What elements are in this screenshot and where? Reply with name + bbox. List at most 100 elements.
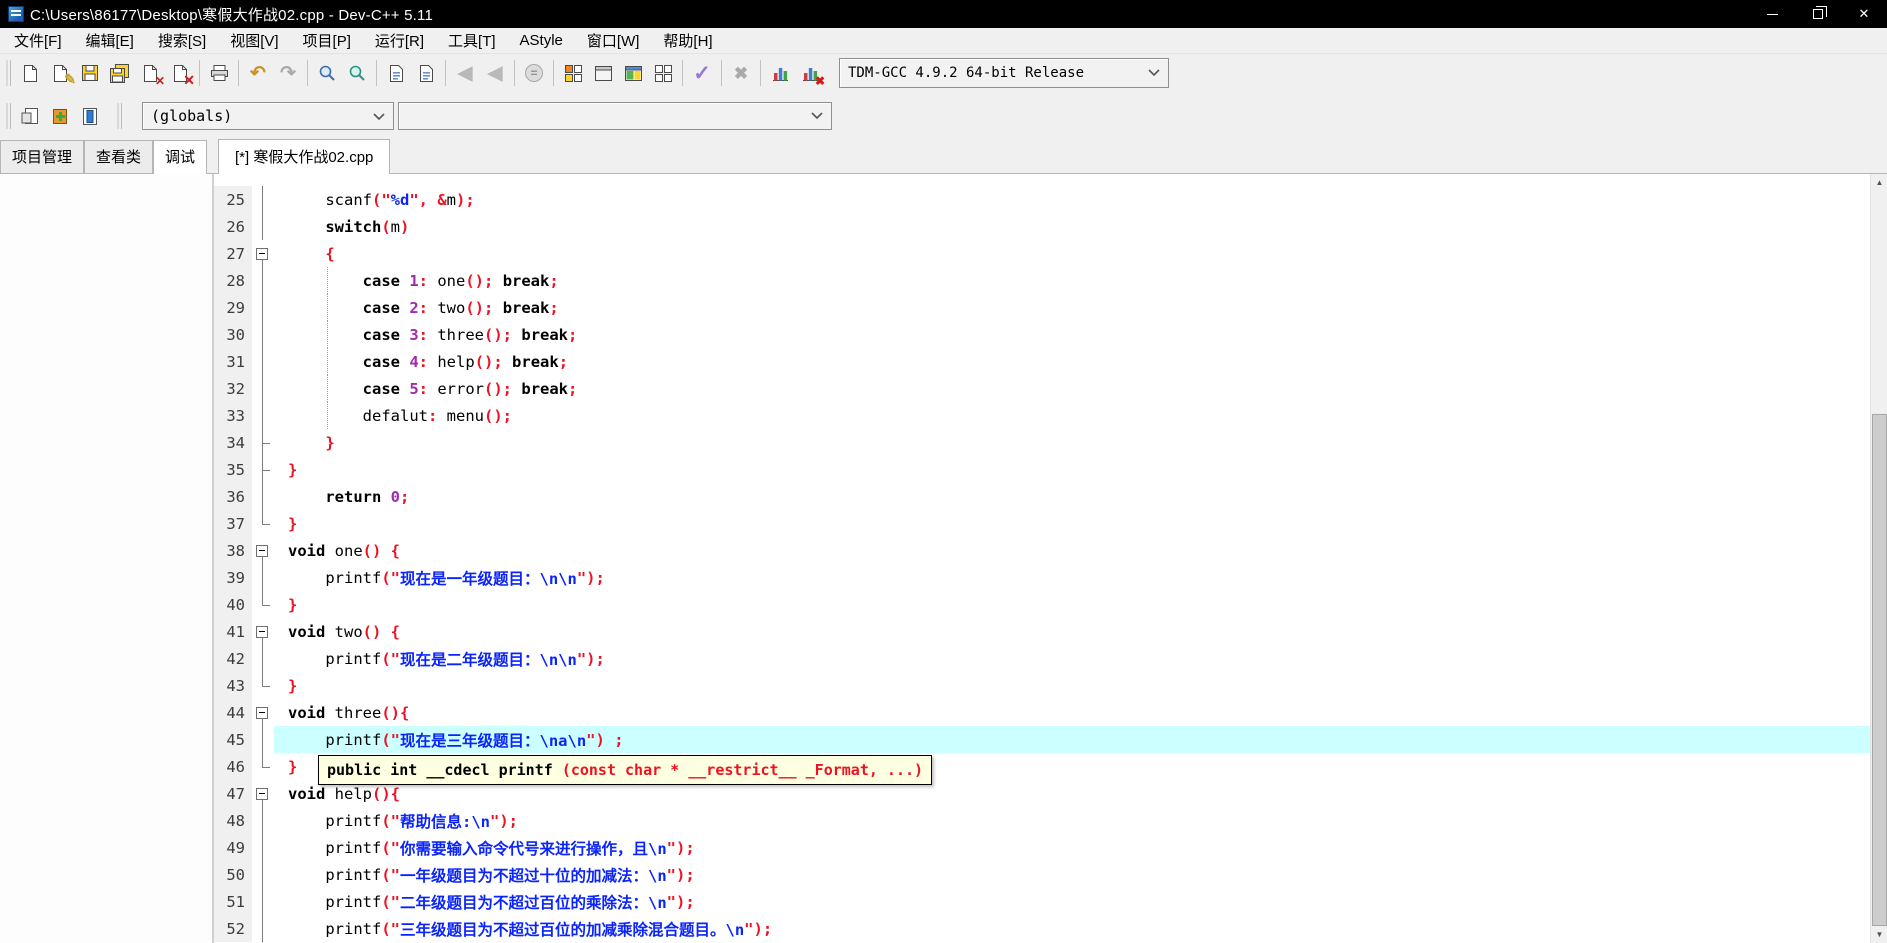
- code-line[interactable]: case 2: two (); break;: [274, 294, 1870, 321]
- toolbar-separator: [445, 60, 446, 86]
- code-line[interactable]: switch(m): [274, 213, 1870, 240]
- code-line[interactable]: }: [274, 510, 1870, 537]
- side-tab-查看类[interactable]: 查看类: [84, 140, 154, 173]
- fold-toggle[interactable]: [252, 699, 274, 726]
- menu-item[interactable]: 工具[T]: [436, 27, 508, 54]
- fold-toggle[interactable]: [252, 240, 274, 267]
- code-line[interactable]: case 3: three (); break;: [274, 321, 1870, 348]
- code-line[interactable]: printf (" 帮助信息:\n ");: [274, 807, 1870, 834]
- menu-item[interactable]: 文件[F]: [2, 27, 74, 54]
- code-line[interactable]: case 4: help (); break;: [274, 348, 1870, 375]
- side-tab-调试[interactable]: 调试: [153, 140, 208, 174]
- fold-toggle[interactable]: [252, 537, 274, 564]
- code-line[interactable]: }: [274, 456, 1870, 483]
- menu-item[interactable]: 项目[P]: [291, 27, 363, 54]
- project-panel[interactable]: [0, 174, 214, 943]
- token: }: [288, 757, 298, 776]
- fold-line: [252, 429, 274, 456]
- find-next-icon[interactable]: [381, 58, 411, 88]
- tab-strip: 项目管理 查看类 调试 [*] 寒假大作战02.cpp: [0, 139, 1887, 174]
- syntax-check-icon[interactable]: ✓: [687, 58, 717, 88]
- code-line[interactable]: printf (" 二年级题目为不超过百位的乘除法：\n ");: [274, 888, 1870, 915]
- code-line[interactable]: printf (" 一年级题目为不超过十位的加减法：\n ");: [274, 861, 1870, 888]
- menu-item[interactable]: 搜索[S]: [146, 27, 218, 54]
- code-line[interactable]: defalut: menu ();: [274, 402, 1870, 429]
- run-icon[interactable]: [588, 58, 618, 88]
- menu-item[interactable]: AStyle: [508, 29, 575, 52]
- maximize-button[interactable]: [1795, 0, 1841, 28]
- token: 帮助信息:\n: [400, 812, 490, 831]
- side-tab-项目管理[interactable]: 项目管理: [0, 140, 85, 173]
- menu-item[interactable]: 运行[R]: [363, 27, 436, 54]
- code-line[interactable]: printf (" 现在是二年级题目：\n\n ");: [274, 645, 1870, 672]
- code-line[interactable]: printf (" 三年级题目为不超过百位的加减乘除混合题目。\n ");: [274, 915, 1870, 942]
- code-line[interactable]: case 5: error (); break;: [274, 375, 1870, 402]
- chevron-down-icon: [811, 108, 823, 124]
- add-to-project-icon[interactable]: [45, 101, 75, 131]
- code-line[interactable]: case 1: one (); break;: [274, 267, 1870, 294]
- menu-item[interactable]: 编辑[E]: [74, 27, 146, 54]
- scroll-up-arrow[interactable]: ▲: [1871, 174, 1887, 191]
- menu-item[interactable]: 窗口[W]: [575, 27, 652, 54]
- open-icon[interactable]: ✎: [45, 58, 76, 88]
- toolbar-grip[interactable]: [6, 60, 11, 86]
- fold-toggle[interactable]: [252, 618, 274, 645]
- scroll-down-arrow[interactable]: ▼: [1871, 926, 1887, 943]
- menu-item[interactable]: 帮助[H]: [651, 27, 724, 54]
- compiler-select[interactable]: TDM-GCC 4.9.2 64-bit Release: [839, 58, 1169, 88]
- close-button[interactable]: ✕: [1841, 0, 1887, 28]
- redo-icon[interactable]: ↷: [273, 58, 303, 88]
- forward-icon[interactable]: ◀: [480, 58, 510, 88]
- replace-icon[interactable]: [342, 58, 372, 88]
- toolbar-grip-2[interactable]: [6, 103, 11, 129]
- back-icon[interactable]: ◀: [450, 58, 480, 88]
- close-icon[interactable]: ✕: [135, 58, 165, 88]
- code-row-31: 31 case 4: help (); break;: [214, 348, 1870, 375]
- code-editor[interactable]: 25 scanf (" %d ", & m); 26 switch(m) 27 {28 ca…: [214, 174, 1870, 943]
- editor-tab[interactable]: [*] 寒假大作战02.cpp: [218, 139, 391, 174]
- code-line[interactable]: }: [274, 429, 1870, 456]
- code-line[interactable]: printf (" 现在是一年级题目：\n\n ");: [274, 564, 1870, 591]
- code-line[interactable]: }: [274, 591, 1870, 618]
- code-line[interactable]: void two() {: [274, 618, 1870, 645]
- find-icon[interactable]: [312, 58, 342, 88]
- save-all-icon[interactable]: [105, 58, 135, 88]
- code-line[interactable]: scanf (" %d ", & m);: [274, 186, 1870, 213]
- fold-toggle[interactable]: [252, 780, 274, 807]
- rebuild-all-icon[interactable]: [648, 58, 678, 88]
- globals-select[interactable]: (globals): [142, 102, 394, 130]
- toolbar-grip-3[interactable]: [117, 103, 122, 129]
- abort-compilation-icon[interactable]: ✖: [726, 58, 756, 88]
- token: printf: [288, 865, 382, 884]
- code-line[interactable]: {: [274, 240, 1870, 267]
- minimize-button[interactable]: [1749, 0, 1795, 28]
- compile-and-run-icon[interactable]: [618, 58, 648, 88]
- code-line[interactable]: printf (" 现在是三年级题目：\na\n ") ;: [274, 726, 1870, 753]
- new-icon[interactable]: [15, 58, 45, 88]
- close-all-icon[interactable]: ✕: [165, 58, 195, 88]
- menu-item[interactable]: 视图[V]: [218, 27, 290, 54]
- new-unit-icon[interactable]: [15, 101, 45, 131]
- vertical-scrollbar[interactable]: ▲ ▼: [1870, 174, 1887, 943]
- print-icon[interactable]: [204, 58, 234, 88]
- token: ;: [549, 298, 559, 317]
- pause-icon[interactable]: =: [519, 58, 549, 88]
- scrollbar-thumb[interactable]: [1872, 414, 1887, 926]
- goto-line-icon[interactable]: [411, 58, 441, 88]
- members-select[interactable]: [398, 102, 832, 130]
- token: help: [325, 784, 372, 803]
- delete-profiling-icon[interactable]: ✖: [795, 58, 825, 88]
- toolbar-separator: [553, 60, 554, 86]
- toolbar-separator: [376, 60, 377, 86]
- code-line[interactable]: void one() {: [274, 537, 1870, 564]
- code-line[interactable]: return 0;: [274, 483, 1870, 510]
- indent-guide: [327, 402, 328, 429]
- save-icon[interactable]: [75, 58, 105, 88]
- compile-icon[interactable]: [558, 58, 588, 88]
- code-line[interactable]: void three(){: [274, 699, 1870, 726]
- remove-from-project-icon[interactable]: [75, 101, 105, 131]
- profile-analysis-icon[interactable]: [765, 58, 795, 88]
- code-line[interactable]: printf (" 你需要输入命令代号来进行操作，且\n ");: [274, 834, 1870, 861]
- undo-icon[interactable]: ↶: [243, 58, 273, 88]
- code-line[interactable]: }: [274, 672, 1870, 699]
